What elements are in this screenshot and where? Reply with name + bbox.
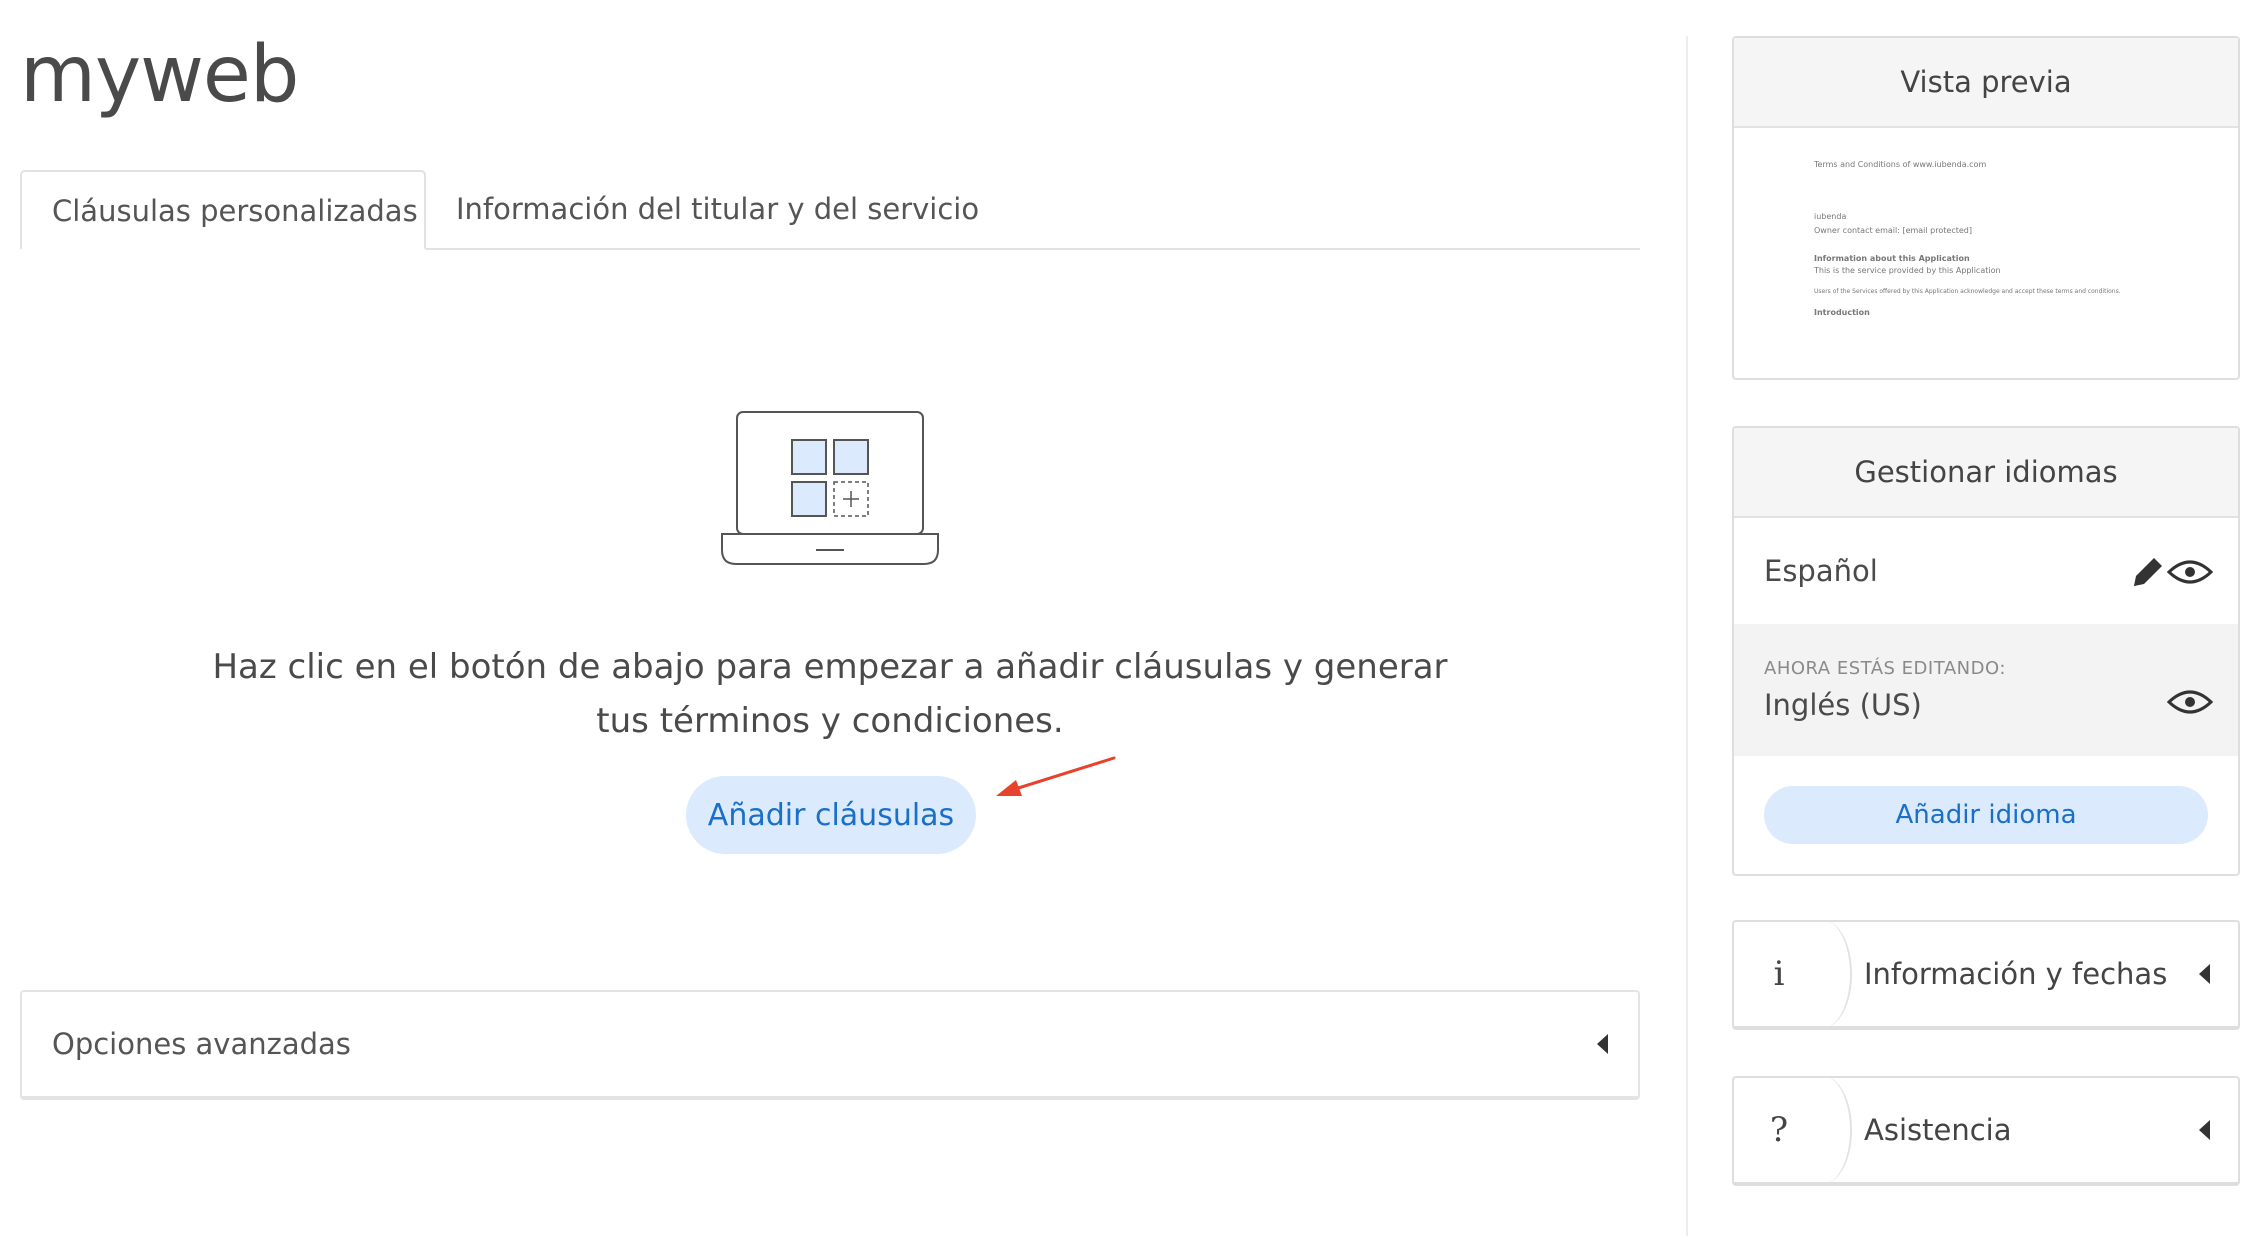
- column-divider: [1686, 36, 1688, 1236]
- tab-custom-clauses[interactable]: Cláusulas personalizadas: [20, 170, 426, 250]
- help-label: Asistencia: [1864, 1113, 2012, 1147]
- advanced-options-panel[interactable]: Opciones avanzadas: [20, 990, 1640, 1100]
- eye-icon[interactable]: [2166, 548, 2214, 596]
- pencil-icon[interactable]: [2124, 548, 2172, 596]
- preview-line: Information about this Application: [1814, 254, 1970, 263]
- preview-line: This is the service provided by this App…: [1814, 266, 2001, 275]
- empty-state-message: Haz clic en el botón de abajo para empez…: [212, 647, 1448, 741]
- info-dates-label: Información y fechas: [1864, 957, 2168, 991]
- advanced-options-label: Opciones avanzadas: [52, 1027, 351, 1061]
- language-item: Español: [1734, 518, 2238, 624]
- help-panel[interactable]: ? Asistencia: [1732, 1076, 2240, 1186]
- preview-line: Owner contact email: [email protected]: [1814, 226, 1972, 235]
- tab-bar: Cláusulas personalizadas Información del…: [20, 170, 1640, 250]
- add-clauses-button[interactable]: Añadir cláusulas: [686, 776, 976, 854]
- info-dates-panel[interactable]: i Información y fechas: [1732, 920, 2240, 1030]
- caret-left-icon: [2199, 1120, 2210, 1140]
- icon-separator: [1794, 1076, 1852, 1184]
- preview-title: Vista previa: [1734, 38, 2238, 128]
- caret-left-icon: [1597, 1034, 1608, 1054]
- caret-left-icon: [2199, 964, 2210, 984]
- preview-line: Introduction: [1814, 308, 1870, 317]
- languages-panel: Gestionar idiomas Español AHORA ESTÁS ED…: [1732, 426, 2240, 876]
- preview-line: iubenda: [1814, 212, 1847, 221]
- preview-document[interactable]: Terms and Conditions of www.iubenda.com …: [1734, 128, 2238, 378]
- preview-panel: Vista previa Terms and Conditions of www…: [1732, 36, 2240, 380]
- editing-language-name: Inglés (US): [1764, 688, 1922, 722]
- editing-label: AHORA ESTÁS EDITANDO:: [1764, 658, 2006, 679]
- preview-line: Terms and Conditions of www.iubenda.com: [1814, 160, 1987, 169]
- page-title: myweb: [20, 30, 299, 120]
- preview-line: Users of the Services offered by this Ap…: [1814, 288, 2121, 295]
- eye-icon[interactable]: [2166, 678, 2214, 726]
- language-name: Español: [1764, 554, 1878, 588]
- icon-separator: [1794, 920, 1852, 1028]
- laptop-grid-add-icon: [721, 411, 939, 565]
- add-language-button[interactable]: Añadir idioma: [1764, 786, 2208, 844]
- annotation-arrow: [996, 756, 1116, 796]
- tab-owner-service-info[interactable]: Información del titular y del servicio: [456, 170, 979, 248]
- current-editing-language: AHORA ESTÁS EDITANDO: Inglés (US): [1734, 624, 2238, 756]
- languages-title: Gestionar idiomas: [1734, 428, 2238, 518]
